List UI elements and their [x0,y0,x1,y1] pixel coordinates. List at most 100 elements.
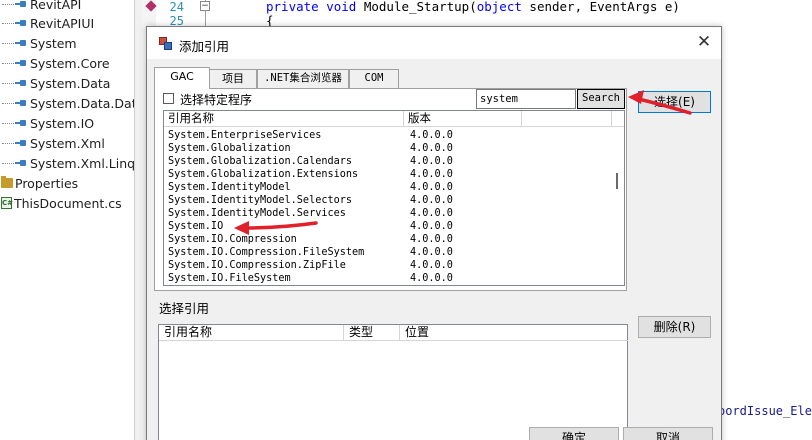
assembly-name: System.Globalization.Extensions [168,169,359,180]
tree-item-label: System.Data.DataSetExtensions [30,95,134,111]
column-header-location[interactable]: 位置 [400,325,628,341]
assembly-version: 4.0.0.0 [410,234,453,245]
reference-icon [15,59,27,68]
table-row[interactable]: System.Globalization.Calendars 4.0.0.0 [164,155,610,168]
tab-gac[interactable]: GAC [154,67,210,89]
column-header-ref-name[interactable]: 引用名称 [159,325,344,341]
search-input[interactable] [476,89,576,109]
add-reference-icon [159,37,173,50]
tree-connector [2,142,14,144]
reference-icon [15,119,27,128]
folder-icon [1,176,13,188]
ok-button[interactable]: 确定 [529,427,619,440]
assembly-version: 4.0.0.0 [410,130,453,141]
select-button[interactable]: 选择(E) [638,91,711,113]
code-line-24[interactable]: private void Module_Startup(object sende… [266,0,680,14]
selected-references-list[interactable]: 引用名称 类型 位置 [158,324,628,440]
assembly-version: 4.0.0.0 [410,247,453,258]
solution-explorer-tree: RevitAPI RevitAPIUI System System.Core S… [0,0,134,440]
specific-program-label[interactable]: 选择特定程序 [180,91,252,108]
tree-item-revitapi[interactable]: RevitAPI [0,0,81,14]
tree-item-system-xml-linq[interactable]: System.Xml.Linq [0,153,134,173]
tree-item-label: System [30,35,77,51]
gac-list-header: 引用名称 版本 [164,111,624,127]
collapse-icon[interactable]: − [200,1,210,11]
assembly-name: System.IO.FileSystem [168,273,291,284]
tree-item-system-io[interactable]: System.IO [0,113,94,133]
specific-program-checkbox[interactable] [163,93,174,104]
column-header-version[interactable]: 版本 [404,111,522,127]
table-row[interactable]: System.IO.FileSystem 4.0.0.0 [164,272,610,285]
tab-project[interactable]: 项目 [209,69,257,88]
assembly-name: System.Globalization [168,143,291,154]
reference-icon [15,79,27,88]
reference-icon [15,159,27,168]
tree-item-label: ThisDocument.cs [14,195,122,211]
tree-item-revitapiui[interactable]: RevitAPIUI [0,13,94,33]
tree-connector [2,122,14,124]
dialog-title-bar[interactable]: 添加引用 ✕ [147,27,721,59]
table-row[interactable]: System.IO 4.0.0.0 [164,220,610,233]
reference-icon [15,39,27,48]
assembly-name: System.IO.Compression.ZipFile [168,260,346,271]
assembly-name: System.IO.Compression.FileSystem [168,247,365,258]
dialog-title: 添加引用 [179,39,230,54]
code-text: sender, EventArgs e) [521,0,680,14]
column-header-type[interactable]: 类型 [344,325,400,341]
search-button[interactable]: Search [577,89,625,109]
add-reference-dialog: 添加引用 ✕ GAC 项目 .NET集合浏览器 COM 选择特定程序 Searc… [146,26,722,440]
table-row[interactable]: System.IdentityModel.Selectors 4.0.0.0 [164,194,610,207]
tree-item-system[interactable]: System [0,33,77,53]
assembly-version: 4.0.0.0 [410,273,453,284]
assembly-version: 4.0.0.0 [410,208,453,219]
scroll-thumb[interactable] [616,173,618,189]
tree-item-label: System.Xml [30,135,105,151]
tree-item-properties[interactable]: Properties [0,173,78,193]
reference-icon [15,19,27,28]
table-row[interactable]: System.IO.Compression 4.0.0.0 [164,233,610,246]
tree-connector [2,102,14,104]
tree-item-label: RevitAPIUI [30,15,95,31]
editor-splitter[interactable] [134,0,142,440]
table-row[interactable]: System.IdentityModel 4.0.0.0 [164,181,610,194]
tree-item-label: RevitAPI [30,0,82,12]
gac-scrollbar[interactable] [610,127,624,285]
table-row[interactable]: System.IO.Compression.FileSystem 4.0.0.0 [164,246,610,259]
table-row[interactable]: System.IdentityModel.Services 4.0.0.0 [164,207,610,220]
tree-item-label: Properties [15,175,79,191]
tree-item-system-core[interactable]: System.Core [0,53,110,73]
assembly-name: System.IO [168,221,224,232]
assembly-name: System.Globalization.Calendars [168,156,353,167]
tree-item-system-data[interactable]: System.Data [0,73,110,93]
table-row[interactable]: System.Globalization 4.0.0.0 [164,142,610,155]
assembly-version: 4.0.0.0 [410,156,453,167]
code-keyword: private void [266,0,357,14]
gac-assembly-list[interactable]: 引用名称 版本 System.EnterpriseServices 4.0.0.0… [163,110,625,286]
reference-icon [15,99,27,108]
tab-net-browser[interactable]: .NET集合浏览器 [257,69,349,88]
code-text: Module_Startup( [356,0,477,14]
tab-com[interactable]: COM [349,69,399,88]
assembly-version: 4.0.0.0 [410,182,453,193]
assembly-version: 4.0.0.0 [410,221,453,232]
column-header-name[interactable]: 引用名称 [164,111,404,127]
table-row[interactable]: System.EnterpriseServices 4.0.0.0 [164,129,610,142]
tree-item-system-data-datasetextensions[interactable]: System.Data.DataSetExtensions [0,93,134,113]
column-header-blank[interactable] [522,111,612,127]
tree-item-label: System.IO [30,115,95,131]
remove-button[interactable]: 删除(R) [638,316,711,338]
selected-references-label: 选择引用 [159,301,210,316]
tree-connector [2,3,14,5]
assembly-name: System.IdentityModel [168,182,291,193]
table-row[interactable]: System.IO.Compression.ZipFile 4.0.0.0 [164,259,610,272]
tree-item-system-xml[interactable]: System.Xml [0,133,105,153]
close-icon[interactable]: ✕ [693,33,715,53]
tree-item-thisdocument[interactable]: C# ThisDocument.cs [0,193,122,213]
assembly-name: System.IdentityModel.Services [168,208,346,219]
table-row[interactable]: System.Globalization.Extensions 4.0.0.0 [164,168,610,181]
code-overflow-text: oordIssue_Ele [718,404,812,418]
tree-connector [2,62,14,64]
tree-connector [2,22,14,24]
cancel-button[interactable]: 取消 [623,427,713,440]
tree-connector [2,82,14,84]
